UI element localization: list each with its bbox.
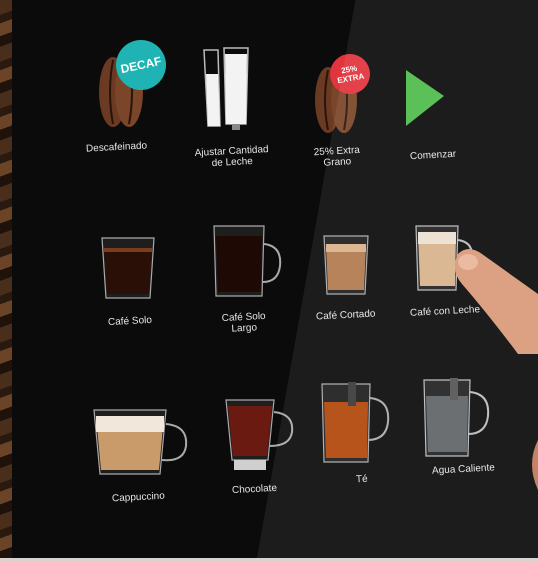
drink-label-line2: Largo bbox=[231, 322, 258, 335]
coffee-beans-background bbox=[0, 0, 12, 562]
milk-label: Ajustar Cantidad de Leche bbox=[194, 144, 269, 170]
pointing-finger bbox=[454, 249, 538, 354]
milk-glass-icon bbox=[203, 47, 249, 130]
espresso-glass-icon bbox=[101, 237, 155, 299]
drink-label: Café Solo bbox=[107, 314, 153, 329]
cappuccino-cup-icon bbox=[93, 409, 188, 475]
water-glass-icon bbox=[423, 378, 490, 457]
drink-label: Chocolate bbox=[231, 482, 278, 497]
play-icon bbox=[406, 70, 444, 126]
decaf-badge-text: DECAF bbox=[119, 53, 163, 77]
drink-label: Té bbox=[355, 473, 368, 486]
chocolate-glass-icon bbox=[225, 399, 294, 470]
touch-screen-panel: DECAF Descafeinado Ajustar Cantidad de L… bbox=[12, 0, 538, 558]
cortado-glass-icon bbox=[323, 235, 369, 295]
drink-label: Agua Caliente bbox=[431, 462, 496, 477]
bottom-strip bbox=[0, 558, 538, 562]
drink-label: Cappuccino bbox=[111, 490, 166, 505]
drink-label: Café Solo Largo bbox=[221, 311, 266, 335]
hand-edge bbox=[532, 440, 538, 490]
mug-icon bbox=[213, 225, 282, 297]
extra-label: 25% Extra Grano bbox=[313, 145, 360, 169]
decaf-label: Descafeinado bbox=[85, 140, 148, 155]
tea-glass-icon bbox=[321, 382, 390, 463]
start-label: Comenzar bbox=[409, 148, 457, 163]
drink-label: Café Cortado bbox=[315, 308, 376, 323]
